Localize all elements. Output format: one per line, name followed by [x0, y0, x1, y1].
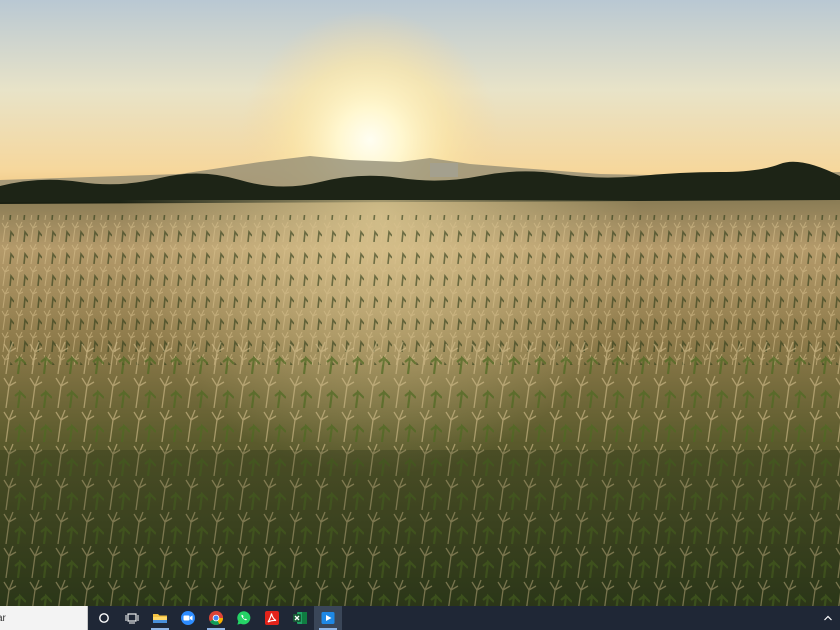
- zoom-button[interactable]: [174, 606, 202, 630]
- excel-button[interactable]: [286, 606, 314, 630]
- folder-icon: [153, 614, 167, 623]
- desktop[interactable]: [0, 0, 840, 606]
- excel-icon: [293, 612, 307, 624]
- acrobat-button[interactable]: [258, 606, 286, 630]
- chevron-up-icon: [824, 615, 832, 621]
- file-explorer-button[interactable]: [146, 606, 174, 630]
- taskbar: ar: [0, 606, 840, 630]
- acrobat-icon: [265, 611, 279, 625]
- task-view-icon: [125, 613, 139, 624]
- show-hidden-icons-button[interactable]: [818, 606, 838, 630]
- whatsapp-icon: [237, 611, 251, 625]
- cortana-button[interactable]: [90, 606, 118, 630]
- whatsapp-button[interactable]: [230, 606, 258, 630]
- circle-icon: [99, 613, 109, 623]
- chrome-icon: [209, 611, 223, 626]
- taskbar-search-box[interactable]: ar: [0, 606, 88, 630]
- task-view-button[interactable]: [118, 606, 146, 630]
- search-box-text: ar: [0, 612, 6, 624]
- wallpaper-image: [0, 0, 840, 606]
- chrome-button[interactable]: [202, 606, 230, 630]
- zoom-camera-icon: [181, 611, 195, 625]
- media-player-button[interactable]: [314, 606, 342, 630]
- media-player-icon: [321, 612, 335, 624]
